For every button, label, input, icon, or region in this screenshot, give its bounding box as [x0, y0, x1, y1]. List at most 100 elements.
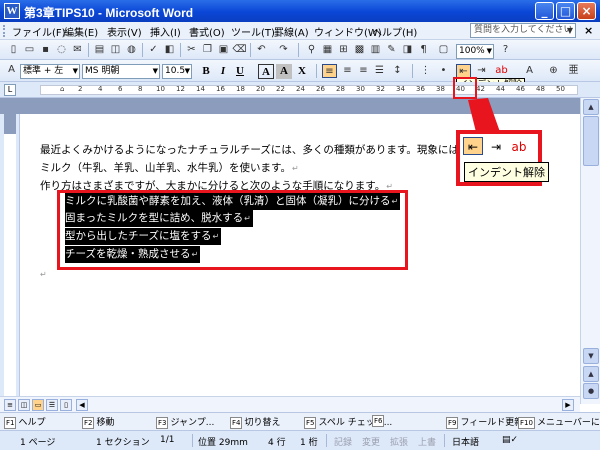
reading-layout-icon[interactable]: ▯	[60, 399, 72, 411]
scroll-right-button[interactable]: ▶	[562, 399, 574, 411]
close-document-button[interactable]: ×	[584, 24, 593, 37]
columns-icon[interactable]: ▥	[368, 43, 383, 57]
new-document-icon[interactable]: ▯	[6, 43, 21, 57]
styles-pane-icon[interactable]: A	[4, 63, 19, 77]
vertical-ruler[interactable]	[0, 114, 20, 404]
fkey-item[interactable]: F6	[372, 415, 386, 427]
zoom-select[interactable]: 100% ▼	[456, 44, 494, 59]
outline-view-icon[interactable]: ☰	[46, 399, 58, 411]
chevron-down-icon[interactable]: ▼	[153, 65, 158, 78]
scroll-down-button[interactable]: ▼	[583, 348, 599, 364]
email-icon[interactable]: ✉	[70, 43, 85, 57]
menu-help[interactable]: ヘルプ(H)	[372, 24, 417, 39]
research-icon[interactable]: ◍	[124, 43, 139, 57]
print-icon[interactable]: ▤	[92, 43, 107, 57]
scroll-thumb[interactable]	[583, 116, 599, 166]
align-center-icon[interactable]: ≡	[340, 64, 355, 78]
menu-grip[interactable]	[3, 25, 6, 37]
status-trk[interactable]: 変更	[362, 435, 380, 448]
extend-selection-icon[interactable]: ⊕	[546, 64, 561, 78]
book-check-icon[interactable]: ▤✓	[502, 435, 518, 445]
spelling-icon[interactable]: ✓	[146, 43, 161, 57]
font-size-select[interactable]: 10.5 ▼	[162, 64, 192, 79]
select-browse-object-button[interactable]: ●	[583, 383, 599, 399]
help-icon[interactable]: ?	[498, 43, 513, 57]
maximize-button[interactable]: □	[556, 2, 575, 20]
highlight-icon[interactable]: ab	[509, 138, 529, 156]
menu-table[interactable]: 罫線(A)	[274, 24, 309, 39]
chevron-down-icon[interactable]: ▼	[185, 65, 190, 78]
menu-insert[interactable]: 挿入(I)	[150, 24, 181, 39]
cut-icon[interactable]: ✂	[184, 43, 199, 57]
increase-indent-icon[interactable]: ⇥	[474, 64, 489, 78]
fkey-item[interactable]: F10 メニューバーに	[518, 415, 600, 429]
research-book-icon[interactable]: ◧	[162, 43, 177, 57]
status-rec[interactable]: 記録	[334, 435, 352, 448]
doc-line[interactable]: ミルク（牛乳、羊乳、山羊乳、水牛乳）を使います。↵	[40, 160, 299, 175]
status-ovr[interactable]: 上書	[418, 435, 436, 448]
menu-format[interactable]: 書式(O)	[189, 24, 225, 39]
read-icon[interactable]: ▢	[436, 43, 451, 57]
hyperlink-icon[interactable]: ⚲	[304, 43, 319, 57]
document-map-icon[interactable]: ◨	[400, 43, 415, 57]
normal-view-icon[interactable]: ≡	[4, 399, 16, 411]
font-select[interactable]: MS 明朝 ▼	[82, 64, 160, 79]
web-layout-icon[interactable]: ◫	[18, 399, 30, 411]
tab-selector[interactable]: L	[4, 84, 16, 96]
style-select[interactable]: 標準 + 左 ▼	[20, 64, 80, 79]
align-right-icon[interactable]: ≡	[356, 64, 371, 78]
phonetic-guide-icon[interactable]: 亜	[566, 64, 581, 78]
vertical-scrollbar[interactable]: ▲ ▼ ▲ ●	[580, 98, 600, 404]
underline-button[interactable]: U	[232, 64, 248, 79]
scroll-left-button[interactable]: ◀	[76, 399, 88, 411]
justify-icon[interactable]: ☰	[372, 64, 387, 78]
menu-file[interactable]: ファイル(F)	[12, 24, 66, 39]
open-folder-icon[interactable]: ▭	[22, 43, 37, 57]
word-app-icon[interactable]: W	[4, 3, 20, 19]
copy-icon[interactable]: ❐	[200, 43, 215, 57]
bold-button[interactable]: B	[198, 64, 214, 79]
print-preview-icon[interactable]: ◫	[108, 43, 123, 57]
menu-edit[interactable]: 編集(E)	[64, 24, 98, 39]
scroll-up-button[interactable]: ▲	[583, 99, 599, 115]
fkey-item[interactable]: F2 移動	[82, 415, 115, 429]
chevron-down-icon[interactable]: ▼	[487, 45, 492, 58]
italic-button[interactable]: I	[215, 64, 231, 79]
highlight-icon[interactable]: ab	[494, 64, 509, 78]
save-icon[interactable]: ▪	[38, 43, 53, 57]
permission-icon[interactable]: ◌	[54, 43, 69, 57]
menu-view[interactable]: 表示(V)	[107, 24, 142, 39]
character-border-button[interactable]: A	[258, 64, 274, 79]
numbering-icon[interactable]: ⋮	[418, 64, 433, 78]
fkey-item[interactable]: F3 ジャンプ...	[156, 415, 214, 429]
chevron-down-icon[interactable]: ▼	[73, 65, 78, 78]
font-color-icon[interactable]: A	[522, 64, 537, 78]
doc-line[interactable]: 最近よくみかけるようになったナチュラルチーズには、多くの種類があります。現象には	[40, 142, 459, 157]
menu-tools[interactable]: ツール(T)	[231, 24, 275, 39]
horizontal-scrollbar[interactable]: ≡ ◫ ▭ ☰ ▯ ◀ ▶	[0, 396, 580, 412]
ruler-indent-marker[interactable]: ⌂	[60, 85, 64, 93]
drawing-icon[interactable]: ✎	[384, 43, 399, 57]
fkey-item[interactable]: F4 切り替え	[230, 415, 281, 429]
fkey-item[interactable]: F9 フィールド更新	[446, 415, 523, 429]
print-layout-icon[interactable]: ▭	[32, 399, 44, 411]
character-scale-button[interactable]: X	[294, 64, 310, 79]
decrease-indent-icon[interactable]: ⇤	[456, 64, 471, 78]
increase-indent-icon[interactable]: ⇥	[486, 138, 506, 156]
line-spacing-icon[interactable]: ↕	[390, 64, 405, 78]
align-left-icon[interactable]: ≡	[322, 64, 337, 78]
undo-icon[interactable]: ↶	[254, 43, 269, 57]
minimize-button[interactable]: _	[535, 2, 554, 20]
redo-icon[interactable]: ↷	[276, 43, 291, 57]
horizontal-ruler[interactable]: L ⌂ 2 4 6 8 10 12 14 16 18 20 22 24 26 2…	[0, 82, 600, 98]
show-hide-icon[interactable]: ¶	[416, 43, 431, 57]
format-painter-icon[interactable]: ⌫	[232, 43, 247, 57]
status-ext[interactable]: 拡張	[390, 435, 408, 448]
previous-page-button[interactable]: ▲	[583, 366, 599, 382]
tables-borders-icon[interactable]: ▦	[320, 43, 335, 57]
fkey-item[interactable]: F1 ヘルプ	[4, 415, 46, 429]
paste-icon[interactable]: ▣	[216, 43, 231, 57]
insert-table-icon[interactable]: ⊞	[336, 43, 351, 57]
question-input[interactable]: 質問を入力してください ▼	[470, 23, 576, 38]
chevron-down-icon[interactable]: ▼	[567, 24, 573, 37]
